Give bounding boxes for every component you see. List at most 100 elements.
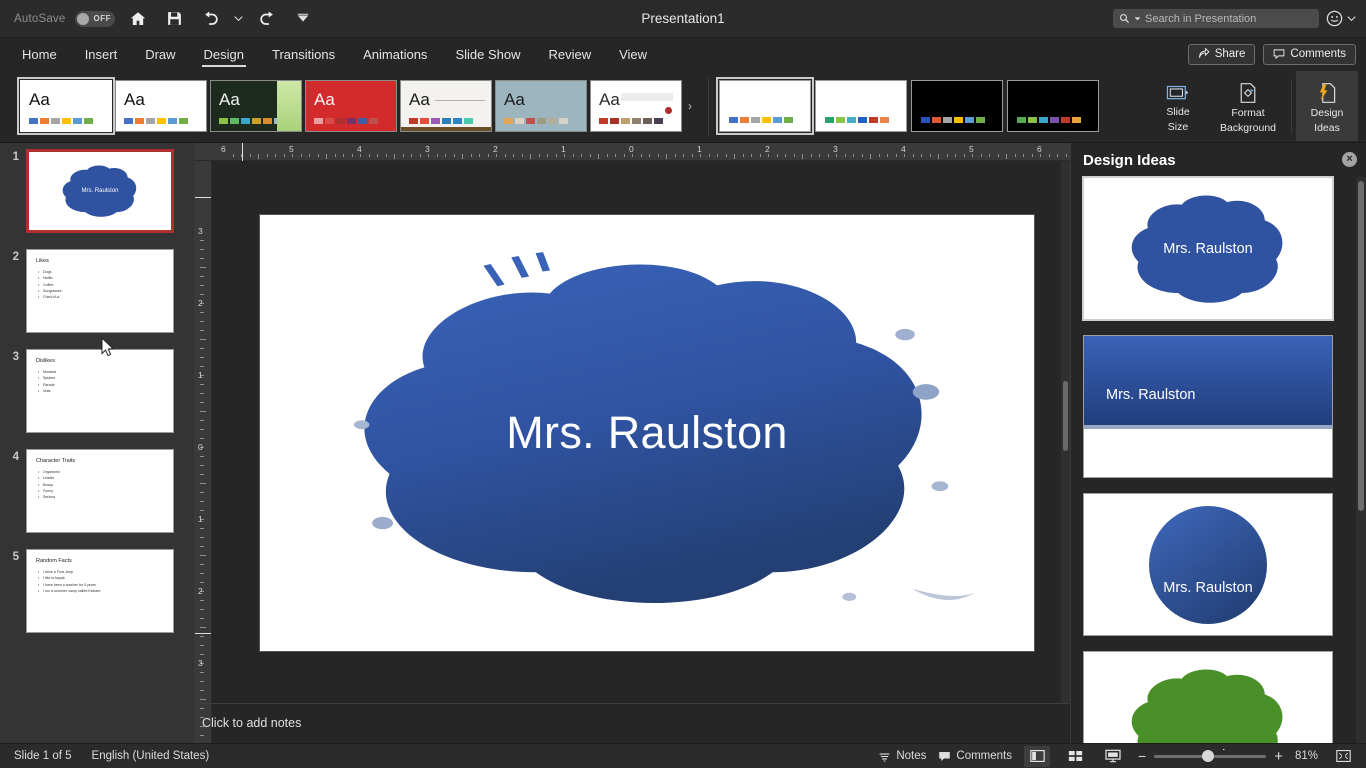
- ruler-minor-tick: [555, 154, 557, 157]
- slide-thumbnail-bullet: Nuts: [38, 388, 56, 395]
- undo-icon[interactable]: [197, 6, 223, 32]
- tab-review[interactable]: Review: [534, 38, 605, 70]
- ruler-minor-tick: [462, 154, 463, 159]
- share-button[interactable]: Share: [1187, 43, 1256, 65]
- ruler-minor-tick: [700, 154, 701, 157]
- ruler-minor-tick-v: [200, 645, 204, 646]
- theme-thumbnail-2[interactable]: Aa: [115, 80, 207, 132]
- slide-thumbnail-preview[interactable]: Mrs. Raulston: [26, 149, 174, 233]
- zoom-level-label[interactable]: 81%: [1295, 750, 1318, 762]
- design-ideas-button[interactable]: Design Ideas: [1296, 71, 1358, 141]
- close-icon[interactable]: ×: [1342, 152, 1357, 167]
- variants-gallery[interactable]: [716, 77, 1099, 135]
- slide-title-text[interactable]: Mrs. Raulston: [260, 407, 1034, 459]
- redo-icon[interactable]: [254, 6, 280, 32]
- zoom-control[interactable]: − +: [1138, 748, 1283, 765]
- ribbon-divider: [708, 77, 709, 135]
- design-ideas-scrollbar[interactable]: [1356, 177, 1366, 750]
- tab-design[interactable]: Design: [190, 38, 258, 70]
- theme-thumbnail-1[interactable]: Aa: [17, 77, 115, 135]
- fit-slide-icon[interactable]: [1330, 746, 1356, 767]
- slide-thumbnail-panel[interactable]: 1 Mrs. Raulston 2 Likes DogsNetflixCoffeeSun…: [0, 143, 194, 750]
- ruler-minor-tick-v: [200, 699, 206, 700]
- editor-vertical-scrollbar[interactable]: [1061, 161, 1070, 704]
- comments-button[interactable]: Comments: [1263, 43, 1356, 65]
- undo-dropdown-chevron-icon[interactable]: [233, 6, 244, 32]
- tab-draw[interactable]: Draw: [131, 38, 189, 70]
- slide-thumbnail-preview[interactable]: Dislikes MustardSpidersParadeNuts: [26, 349, 174, 433]
- design-idea-circle[interactable]: Mrs. Raulston: [1083, 493, 1333, 636]
- ruler-minor-tick-v: [200, 465, 204, 466]
- design-ideas-list[interactable]: Mrs. Raulston Mrs. Raulston Mrs. Raulston M…: [1071, 176, 1356, 750]
- ruler-minor-tick: [232, 154, 234, 157]
- zoom-slider-handle[interactable]: [1202, 750, 1215, 762]
- tab-insert[interactable]: Insert: [71, 38, 132, 70]
- ruler-minor-tick: [479, 154, 480, 157]
- ruler-tick-label: 2: [765, 144, 770, 154]
- zoom-slider-track[interactable]: [1154, 750, 1267, 762]
- ruler-tick-label: 3: [425, 144, 430, 154]
- variant-thumbnail-1[interactable]: [716, 77, 814, 135]
- notes-button[interactable]: Notes: [878, 750, 926, 763]
- variant-thumbnail-3[interactable]: [911, 80, 1003, 132]
- slide-canvas[interactable]: Mrs. Raulston: [260, 215, 1034, 651]
- autosave-toggle[interactable]: OFF: [75, 10, 116, 27]
- language-indicator[interactable]: English (United States): [92, 750, 210, 762]
- tab-transitions[interactable]: Transitions: [258, 38, 349, 70]
- slide-thumbnail-preview[interactable]: Character Traits OrganizedLeaderBossyFunn…: [26, 449, 174, 533]
- theme-thumbnail-6[interactable]: Aa: [495, 80, 587, 132]
- variant-color-swatches: [1017, 117, 1081, 123]
- themes-gallery[interactable]: Aa Aa Aa Aa Aa Aa Aa: [0, 76, 682, 136]
- ruler-minor-tick: [802, 154, 803, 159]
- design-idea-blob-center[interactable]: Mrs. Raulston: [1082, 176, 1334, 321]
- status-comments-button[interactable]: Comments: [938, 750, 1012, 763]
- ruler-minor-tick-v: [200, 501, 204, 502]
- home-icon[interactable]: [125, 6, 151, 32]
- slide-thumbnail-preview[interactable]: Likes DogsNetflixCoffeeSunglassesChick-fi…: [26, 249, 174, 333]
- slide-thumbnail-bullet: I run a summer camp called Kidcare: [38, 588, 101, 595]
- editor-scrollbar-thumb[interactable]: [1063, 381, 1068, 451]
- variant-thumbnail-2[interactable]: [815, 80, 907, 132]
- design-ideas-title: Design Ideas: [1083, 151, 1176, 169]
- theme-thumbnail-4[interactable]: Aa: [305, 80, 397, 132]
- tab-home[interactable]: Home: [8, 38, 71, 70]
- search-input[interactable]: Search in Presentation: [1113, 9, 1319, 28]
- canvas-area[interactable]: Mrs. Raulston: [212, 161, 1070, 750]
- account-menu[interactable]: [1325, 9, 1356, 28]
- design-idea-band-top[interactable]: Mrs. Raulston: [1083, 335, 1333, 478]
- ruler-minor-tick: [581, 154, 582, 157]
- ruler-minor-tick: [1006, 154, 1007, 159]
- autosave-state: OFF: [93, 14, 111, 23]
- slide-thumbnail-item-4[interactable]: 4 Character Traits OrganizedLeaderBossyFun…: [0, 449, 194, 541]
- design-idea-green-blob[interactable]: Mrs. Raulston: [1083, 651, 1333, 750]
- slide-thumbnail-item-1[interactable]: 1 Mrs. Raulston: [0, 149, 194, 241]
- ruler-minor-tick: [470, 154, 472, 157]
- slide-size-button[interactable]: Slide Size: [1147, 71, 1209, 141]
- tab-animations[interactable]: Animations: [349, 38, 441, 70]
- zoom-out-button[interactable]: −: [1138, 748, 1146, 764]
- zoom-in-button[interactable]: +: [1274, 748, 1283, 765]
- normal-view-icon[interactable]: [1024, 745, 1051, 767]
- ruler-minor-tick: [666, 154, 667, 159]
- format-background-button[interactable]: Format Background: [1209, 71, 1287, 141]
- customize-toolbar-icon[interactable]: [290, 6, 316, 32]
- theme-thumbnail-5[interactable]: Aa: [400, 80, 492, 132]
- variant-color-swatches: [825, 117, 889, 123]
- variant-thumbnail-4[interactable]: [1007, 80, 1099, 132]
- save-icon[interactable]: [161, 6, 187, 32]
- slide-thumbnail-item-2[interactable]: 2 Likes DogsNetflixCoffeeSunglassesChick-f…: [0, 249, 194, 341]
- slide-thumbnail-item-5[interactable]: 5 Random Facts I drive a Ford JeepI like t…: [0, 549, 194, 641]
- share-icon: [1198, 48, 1210, 58]
- theme-thumbnail-7[interactable]: Aa: [590, 80, 682, 132]
- design-ideas-scrollbar-thumb[interactable]: [1358, 181, 1364, 511]
- slide-indicator[interactable]: Slide 1 of 5: [14, 750, 72, 762]
- slide-thumbnail-preview[interactable]: Random Facts I drive a Ford JeepI like to…: [26, 549, 174, 633]
- ruler-minor-tick: [742, 154, 744, 157]
- tab-view[interactable]: View: [605, 38, 661, 70]
- gallery-next-icon[interactable]: ›: [682, 76, 698, 136]
- theme-thumbnail-3[interactable]: Aa: [210, 80, 302, 132]
- status-comments-label: Comments: [956, 750, 1013, 762]
- design-idea-title: Mrs. Raulston: [1163, 240, 1253, 257]
- tab-slide-show[interactable]: Slide Show: [441, 38, 534, 70]
- slide-thumbnail-item-3[interactable]: 3 Dislikes MustardSpidersParadeNuts: [0, 349, 194, 441]
